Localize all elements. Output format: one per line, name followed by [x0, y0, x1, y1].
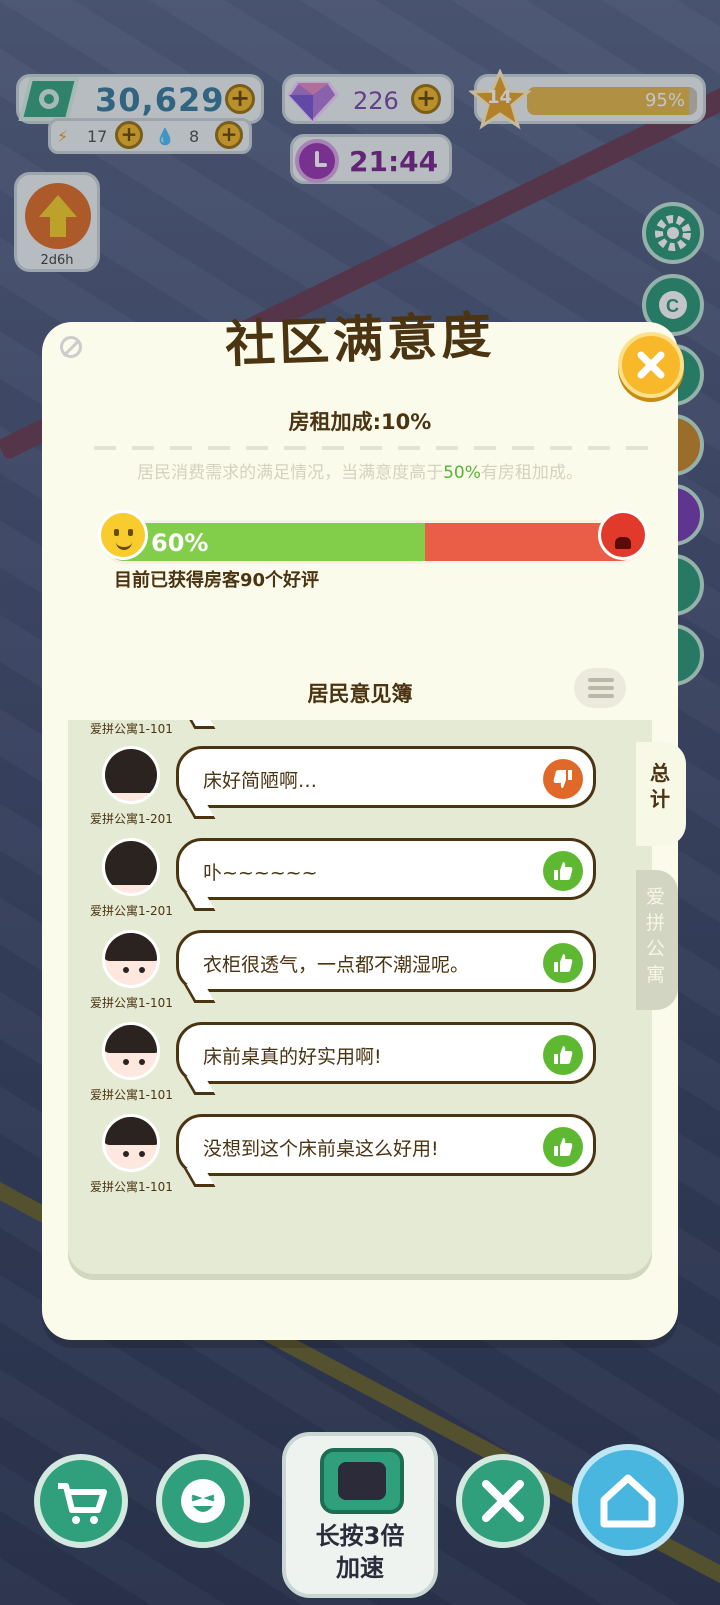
thumbs-down-icon	[543, 759, 583, 799]
good-reviews-count: 目前已获得房客90个好评	[114, 570, 320, 591]
comment-row: 爱拼公寓1-101 床前桌真的好实用啊!	[68, 1018, 652, 1110]
thumbs-up-icon	[543, 943, 583, 983]
resident-avatar	[102, 1022, 160, 1080]
build-tools-button[interactable]	[456, 1454, 550, 1548]
comment-row: 爱拼公寓1-101算机就好了。	[68, 720, 652, 744]
resident-avatar	[102, 1114, 160, 1172]
resident-apartment: 爱拼公寓1-101	[90, 1088, 173, 1102]
comment-row: 爱拼公寓1-201 床好简陋啊…	[68, 742, 652, 834]
thumbs-up-icon	[543, 1035, 583, 1075]
rent-bonus: 房租加成:10%	[288, 410, 432, 434]
comment-row: 爱拼公寓1-201 卟~~~~~~	[68, 834, 652, 926]
tab-total[interactable]: 总计	[636, 742, 686, 846]
comment-text: 床前桌真的好实用啊!	[203, 1046, 382, 1068]
speed-up-button[interactable]: 长按3倍 加速	[282, 1432, 438, 1598]
comment-bubble: 床好简陋啊…	[176, 746, 596, 808]
resident-apartment: 爱拼公寓1-101	[90, 722, 173, 736]
thumbs-up-icon	[543, 851, 583, 891]
happy-face-icon	[98, 510, 148, 560]
thumbs-up-icon	[543, 1127, 583, 1167]
home-icon	[600, 1474, 656, 1528]
resident-apartment: 爱拼公寓1-201	[90, 812, 173, 826]
resident-avatar	[102, 930, 160, 988]
cart-icon	[58, 1483, 107, 1524]
comment-bubble: 没想到这个床前桌这么好用!	[176, 1114, 596, 1176]
comment-row: 爱拼公寓1-101 没想到这个床前桌这么好用!	[68, 1110, 652, 1202]
tv-fast-forward-icon	[320, 1448, 404, 1514]
angry-face-icon	[598, 510, 648, 560]
resident-apartment: 爱拼公寓1-201	[90, 904, 173, 918]
speed-up-label: 长按3倍 加速	[315, 1522, 405, 1582]
smiley-icon	[181, 1479, 225, 1523]
close-icon	[637, 351, 665, 379]
shop-cart-button[interactable]	[34, 1454, 128, 1548]
close-button[interactable]	[618, 332, 684, 398]
resident-apartment: 爱拼公寓1-101	[90, 1180, 173, 1194]
resident-avatar	[102, 838, 160, 896]
residents-button[interactable]	[156, 1454, 250, 1548]
resident-apartment: 爱拼公寓1-101	[90, 996, 173, 1010]
comment-text: 卟~~~~~~	[203, 862, 318, 884]
comment-row: 爱拼公寓1-101 衣柜很透气，一点都不潮湿呢。	[68, 926, 652, 1018]
home-button[interactable]	[572, 1444, 684, 1556]
resident-avatar	[102, 746, 160, 804]
satisfaction-percent: 60%	[151, 529, 209, 557]
tab-apartment[interactable]: 爱拼公寓	[636, 870, 678, 1010]
comment-text: 没想到这个床前桌这么好用!	[203, 1138, 439, 1160]
comment-list[interactable]: 爱拼公寓1-101算机就好了。爱拼公寓1-201 床好简陋啊… 爱拼公寓1-201 卟…	[68, 720, 652, 1280]
comment-bubble: 卟~~~~~~	[176, 838, 596, 900]
comment-text: 衣柜很透气，一点都不潮湿呢。	[203, 954, 470, 976]
satisfaction-bar: 60%	[102, 520, 642, 564]
no-entry-icon	[60, 336, 82, 358]
satisfaction-modal: 社区满意度 房租加成:10% 居民消费需求的满足情况，当满意度高于50%有房租加…	[42, 306, 686, 1340]
tools-icon	[482, 1480, 524, 1522]
comment-text: 床好简陋啊…	[203, 770, 318, 792]
divider	[94, 446, 654, 450]
list-filter-icon[interactable]	[574, 668, 626, 708]
satisfaction-description: 居民消费需求的满足情况，当满意度高于50%有房租加成。	[137, 463, 583, 483]
comment-bubble: 衣柜很透气，一点都不潮湿呢。	[176, 930, 596, 992]
comment-bubble: 床前桌真的好实用啊!	[176, 1022, 596, 1084]
